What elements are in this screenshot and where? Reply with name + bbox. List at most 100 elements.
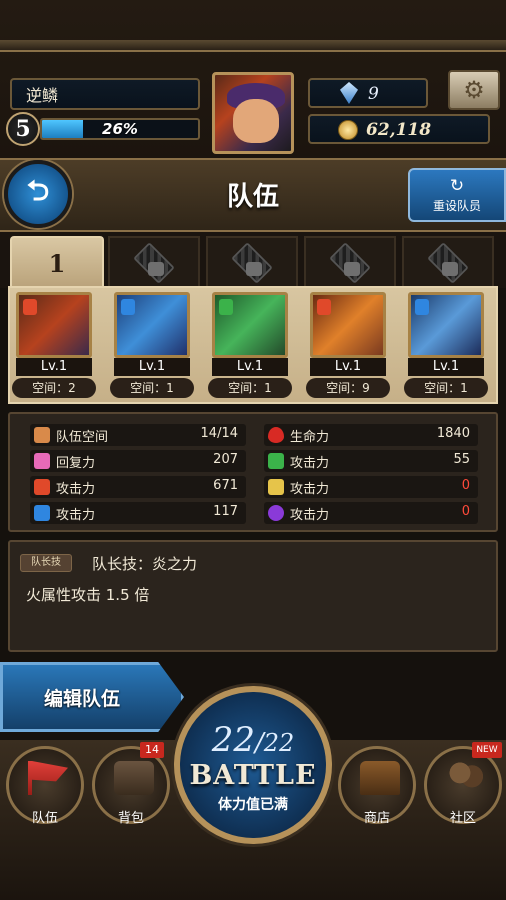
leader-skill-description: 火属性攻击 1.5 倍 xyxy=(26,586,150,604)
reset-members-button[interactable]: ↻ 重设队员 xyxy=(408,168,506,222)
treasure-chest-icon xyxy=(360,761,400,795)
member-portrait xyxy=(16,292,92,358)
player-name-plate: 逆鳞 xyxy=(10,78,200,110)
member-space: 空间：1 xyxy=(208,378,292,398)
nav-bag-label: 背包 xyxy=(117,811,144,826)
coin-icon xyxy=(338,120,358,140)
leader-skill-name: 队长技：炎之力 xyxy=(92,555,198,573)
member-slot-1[interactable]: Lv.1 空间：2 xyxy=(12,292,96,402)
lock-icon xyxy=(246,262,262,276)
member-portrait xyxy=(408,292,484,358)
stat-label: 生命力 xyxy=(290,430,330,445)
stat-recovery: 回复力 207 xyxy=(30,450,246,472)
player-name: 逆鳞 xyxy=(26,86,59,105)
backpack-icon xyxy=(114,761,154,795)
nav-shop-button[interactable]: 商店 xyxy=(338,746,416,826)
member-portrait xyxy=(212,292,288,358)
stat-label: 队伍空间 xyxy=(56,430,109,445)
lock-icon xyxy=(442,262,458,276)
member-space: 空间：1 xyxy=(110,378,194,398)
stat-value: 55 xyxy=(453,452,470,467)
stat-water-attack: 攻击力 117 xyxy=(30,502,246,524)
ornament-bar xyxy=(0,40,506,52)
member-portrait xyxy=(310,292,386,358)
heart-icon xyxy=(34,453,50,469)
stat-value: 671 xyxy=(213,478,238,493)
stat-team-space: 队伍空间 14/14 xyxy=(30,424,246,446)
refresh-icon: ↻ xyxy=(449,175,465,196)
team-tab-2-locked[interactable] xyxy=(108,236,200,288)
lock-icon xyxy=(148,262,164,276)
team-tab-4-locked[interactable] xyxy=(304,236,396,288)
bag-count-badge: 14 xyxy=(140,742,164,758)
member-slot-5[interactable]: Lv.1 空间：1 xyxy=(404,292,488,402)
team-tab-1[interactable]: 1 xyxy=(10,236,104,288)
nav-team-label: 队伍 xyxy=(31,811,58,826)
stat-wood-attack: 攻击力 55 xyxy=(264,450,478,472)
team-tab-3-locked[interactable] xyxy=(206,236,298,288)
stat-light-attack: 攻击力 0 xyxy=(264,476,478,498)
gem-icon xyxy=(340,82,358,104)
exp-percent: 26% xyxy=(102,120,138,138)
water-element-icon xyxy=(121,299,135,315)
stamina-status: 体力值已满 xyxy=(218,797,288,813)
gear-icon: ⚙ xyxy=(463,76,485,104)
light-icon xyxy=(268,479,284,495)
red-flag-icon xyxy=(28,761,68,795)
fire-element-icon xyxy=(317,299,331,315)
member-space: 空间：1 xyxy=(404,378,488,398)
edit-team-button[interactable]: 编辑队伍 xyxy=(0,662,184,732)
water-icon xyxy=(34,505,50,521)
stat-label: 攻击力 xyxy=(290,482,330,497)
fire-icon xyxy=(34,479,50,495)
leaf-icon xyxy=(268,453,284,469)
nav-team-button[interactable]: 队伍 xyxy=(6,746,84,826)
stat-label: 攻击力 xyxy=(290,508,330,523)
stamina-current: 22 xyxy=(211,720,255,760)
leader-avatar[interactable] xyxy=(212,72,294,154)
battle-button[interactable]: 22/22 BATTLE 体力值已满 xyxy=(174,686,332,844)
team-tab-5-locked[interactable] xyxy=(402,236,494,288)
stat-label: 回复力 xyxy=(56,456,96,471)
member-slot-4[interactable]: Lv.1 空间：9 xyxy=(306,292,390,402)
nav-community-label: 社区 xyxy=(449,811,476,826)
member-level: Lv.1 xyxy=(408,358,484,376)
stamina-separator: / xyxy=(254,728,264,758)
exp-bar: 26% xyxy=(40,118,200,140)
member-level: Lv.1 xyxy=(310,358,386,376)
community-new-badge: NEW xyxy=(472,742,502,758)
stat-hp: 生命力 1840 xyxy=(264,424,478,446)
water-element-icon xyxy=(415,299,429,315)
member-space: 空间：9 xyxy=(306,378,390,398)
settings-button[interactable]: ⚙ xyxy=(448,70,500,110)
stat-label: 攻击力 xyxy=(56,508,96,523)
fire-element-icon xyxy=(23,299,37,315)
member-slot-2[interactable]: Lv.1 空间：1 xyxy=(110,292,194,402)
member-space: 空间：2 xyxy=(12,378,96,398)
stat-value: 117 xyxy=(213,504,238,519)
blood-drop-icon xyxy=(268,427,284,443)
reset-members-label: 重设队员 xyxy=(432,198,481,213)
flag-icon xyxy=(34,427,50,443)
member-slot-3[interactable]: Lv.1 空间：1 xyxy=(208,292,292,402)
member-level: Lv.1 xyxy=(114,358,190,376)
gem-count: 9 xyxy=(368,84,379,104)
stat-fire-attack: 攻击力 671 xyxy=(30,476,246,498)
stat-label: 攻击力 xyxy=(290,456,330,471)
stamina-max: 22 xyxy=(263,729,295,757)
player-level-badge: 5 xyxy=(6,112,40,146)
gem-counter[interactable]: 9 xyxy=(308,78,428,108)
stat-value: 14/14 xyxy=(200,426,238,441)
battle-label: BATTLE xyxy=(189,760,317,791)
stat-label: 攻击力 xyxy=(56,482,96,497)
stat-dark-attack: 攻击力 0 xyxy=(264,502,478,524)
coin-counter[interactable]: 62,118 xyxy=(308,114,490,144)
stamina-display: 22/22 xyxy=(180,720,326,760)
people-icon xyxy=(446,761,486,795)
member-portrait xyxy=(114,292,190,358)
coin-count: 62,118 xyxy=(366,120,432,140)
nav-shop-label: 商店 xyxy=(363,811,390,826)
member-level: Lv.1 xyxy=(16,358,92,376)
stat-value: 207 xyxy=(213,452,238,467)
member-level: Lv.1 xyxy=(212,358,288,376)
